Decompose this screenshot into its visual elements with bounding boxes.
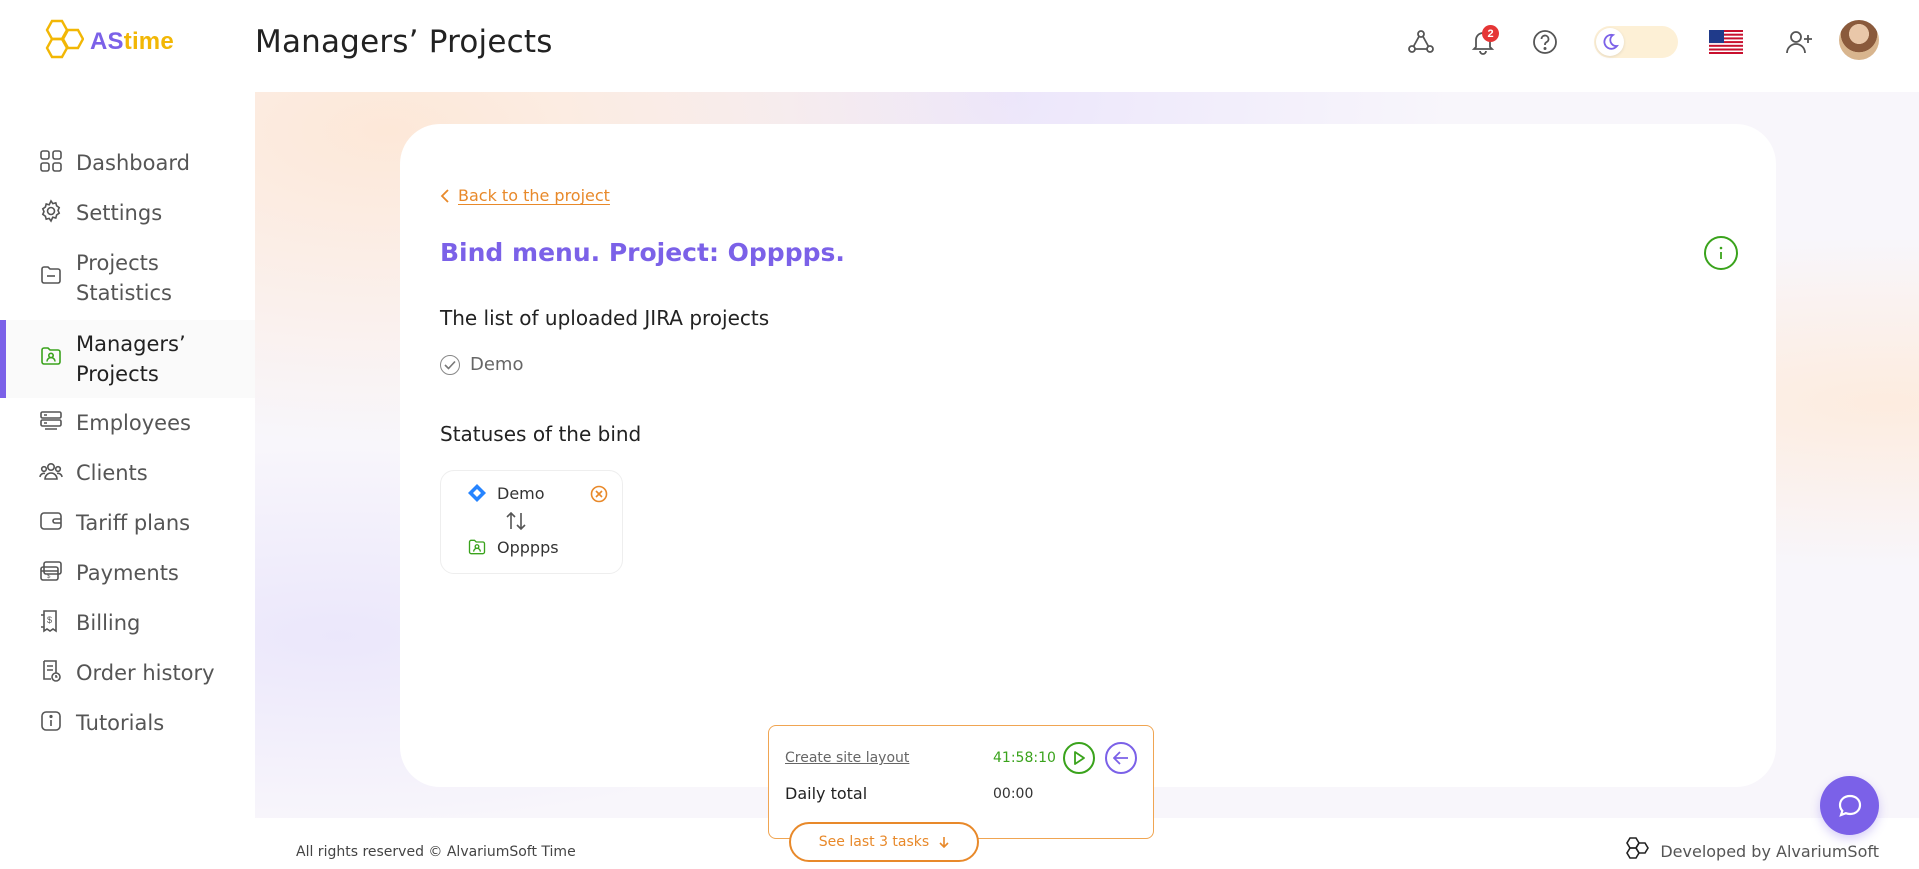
- local-project-name: Opppps: [497, 537, 559, 557]
- theme-toggle[interactable]: [1594, 26, 1678, 58]
- header-actions: 2: [1399, 20, 1919, 64]
- notification-badge: 2: [1482, 25, 1499, 42]
- swap-arrows-icon: [505, 511, 527, 536]
- local-project-line: Opppps: [467, 537, 559, 557]
- top-header: AStime Managers’ Projects 2: [0, 0, 1919, 92]
- info-icon: [1719, 246, 1723, 259]
- bind-statuses-title: Statuses of the bind: [440, 422, 642, 446]
- help-button[interactable]: [1523, 20, 1567, 64]
- add-user-icon: [1786, 31, 1812, 54]
- honeycomb-logo-icon: [1626, 837, 1650, 859]
- billing-icon: $: [38, 608, 64, 634]
- network-icon: [1408, 30, 1434, 53]
- sidebar-item-label: Managers’ Projects: [76, 332, 186, 386]
- sidebar-item-tariff-plans[interactable]: Tariff plans: [0, 508, 255, 538]
- daily-total-label: Daily total: [785, 784, 868, 803]
- sidebar-item-clients[interactable]: Clients: [0, 458, 255, 488]
- user-avatar[interactable]: [1839, 20, 1879, 60]
- sidebar-item-dashboard[interactable]: Dashboard: [0, 148, 255, 178]
- uploaded-projects-title: The list of uploaded JIRA projects: [440, 306, 770, 330]
- daily-total-value: 00:00: [993, 786, 1034, 802]
- manager-folder-icon: [468, 539, 486, 555]
- info-icon: [38, 708, 64, 734]
- sidebar-item-label: Billing: [76, 611, 141, 635]
- sidebar-item-label: Projects Statistics: [76, 251, 172, 305]
- developed-by-text: Developed by AlvariumSoft: [1660, 841, 1879, 861]
- logo-text: AStime: [90, 28, 174, 55]
- play-icon: [1074, 751, 1085, 765]
- question-icon: [1533, 30, 1557, 54]
- developed-by[interactable]: Developed by AlvariumSoft: [1622, 836, 1879, 866]
- uploaded-project-item: Demo: [440, 354, 523, 375]
- order-history-icon: [38, 658, 64, 684]
- sidebar-item-label: Payments: [76, 561, 179, 585]
- integrations-button[interactable]: [1399, 20, 1443, 64]
- arrow-down-icon: [939, 837, 949, 848]
- folder-icon: [38, 262, 64, 288]
- jira-project-name: Demo: [497, 483, 545, 503]
- honeycomb-logo-icon: [45, 19, 84, 59]
- sidebar-item-billing[interactable]: $ Billing: [0, 608, 255, 638]
- manager-folder-icon: [38, 343, 64, 369]
- payments-icon: $: [38, 558, 64, 584]
- back-to-project-link[interactable]: Back to the project: [440, 186, 610, 205]
- copyright-text: All rights reserved © AlvariumSoft Time: [296, 844, 576, 860]
- see-last-tasks-label: See last 3 tasks: [818, 834, 930, 850]
- svg-text:$: $: [47, 574, 51, 580]
- info-button[interactable]: [1704, 236, 1738, 270]
- see-last-tasks-button[interactable]: See last 3 tasks: [789, 822, 979, 862]
- arrow-left-icon: [1113, 751, 1128, 765]
- employees-icon: [38, 408, 64, 434]
- current-task-link[interactable]: Create site layout: [785, 750, 909, 766]
- gear-icon: [38, 198, 64, 224]
- us-flag-icon[interactable]: [1709, 30, 1743, 54]
- start-timer-button[interactable]: [1063, 742, 1095, 774]
- bind-status-card: Demo Opppps: [440, 470, 623, 574]
- check-circle-icon: [440, 354, 460, 375]
- page-title: Managers’ Projects: [255, 24, 553, 60]
- svg-text:$: $: [47, 615, 52, 625]
- sidebar-item-label: Settings: [76, 201, 163, 225]
- invite-user-button[interactable]: [1777, 20, 1821, 64]
- logo[interactable]: AStime: [38, 18, 174, 66]
- jira-icon: [468, 484, 486, 502]
- toggle-knob: [1596, 28, 1624, 56]
- sidebar-item-settings[interactable]: Settings: [0, 198, 255, 228]
- back-link-label: Back to the project: [458, 186, 610, 205]
- sidebar-item-order-history[interactable]: Order history: [0, 658, 255, 688]
- close-circle-icon: [590, 485, 608, 503]
- remove-bind-button[interactable]: [590, 485, 608, 508]
- clients-icon: [38, 458, 64, 484]
- bind-menu-title: Bind menu. Project: Opppps.: [440, 238, 845, 267]
- grid-icon: [38, 148, 64, 174]
- sidebar-item-projects-statistics[interactable]: Projects Statistics: [0, 248, 255, 308]
- sidebar-item-tutorials[interactable]: Tutorials: [0, 708, 255, 738]
- sidebar-item-label: Clients: [76, 461, 148, 485]
- chevron-left-icon: [440, 188, 449, 203]
- sidebar-item-label: Employees: [76, 411, 191, 435]
- uploaded-project-name: Demo: [470, 354, 524, 375]
- notifications-button[interactable]: 2: [1461, 20, 1505, 64]
- sidebar-item-payments[interactable]: $ Payments: [0, 558, 255, 588]
- sidebar-item-label: Order history: [76, 661, 215, 685]
- jira-project-line: Demo: [467, 483, 545, 503]
- wallet-icon: [38, 508, 64, 534]
- sidebar-item-label: Tariff plans: [76, 511, 191, 535]
- bind-menu-card: Back to the project Bind menu. Project: …: [400, 124, 1776, 787]
- collapse-timer-button[interactable]: [1105, 742, 1137, 774]
- support-chat-button[interactable]: [1820, 776, 1879, 835]
- sidebar-item-label: Tutorials: [76, 711, 165, 735]
- sidebar-item-label: Dashboard: [76, 151, 190, 175]
- moon-icon: [1603, 33, 1619, 50]
- sidebar: Dashboard Settings Projects Statistics M…: [0, 92, 255, 869]
- sidebar-item-employees[interactable]: Employees: [0, 408, 255, 438]
- chat-bubble-icon: [1838, 794, 1861, 817]
- sidebar-item-managers-projects[interactable]: Managers’ Projects: [0, 320, 255, 398]
- task-timer: 41:58:10: [993, 750, 1056, 766]
